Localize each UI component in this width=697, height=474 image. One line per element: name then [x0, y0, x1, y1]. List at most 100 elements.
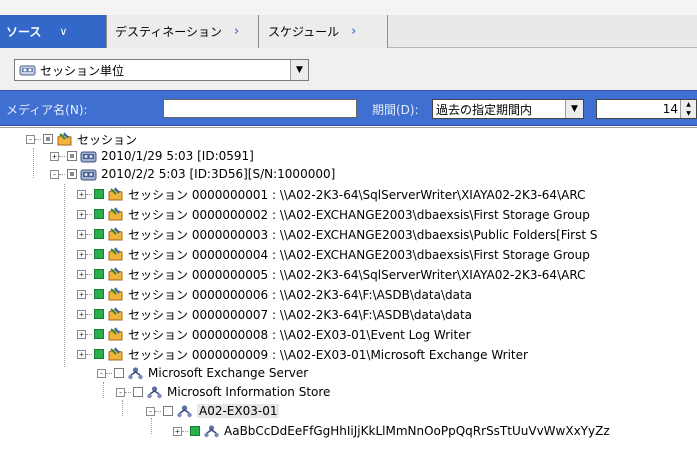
- media-name-input[interactable]: [163, 99, 357, 118]
- expand-icon[interactable]: +: [77, 229, 86, 239]
- collapse-icon[interactable]: -: [146, 406, 155, 416]
- session-folder-icon: [108, 326, 123, 340]
- mailbox-icon: [204, 424, 219, 437]
- tape-session-icon: [19, 65, 36, 76]
- tree-node-server[interactable]: - A02-EX03-01: [146, 402, 280, 420]
- tree-node-label: セッション 0000000008 : \\A02-EX03-01\Event L…: [128, 327, 471, 342]
- tab-schedule-label: スケジュール: [268, 25, 340, 39]
- collapse-icon[interactable]: -: [116, 387, 125, 397]
- tree-node-session-item[interactable]: + セッション 0000000004 : \\A02-EXCHANGE2003\…: [77, 245, 590, 263]
- tree-node-label: セッション 0000000003 : \\A02-EXCHANGE2003\db…: [128, 227, 598, 242]
- tree-node-label: 2010/1/29 5:03 [ID:0591]: [101, 149, 254, 163]
- tab-schedule[interactable]: スケジュール ›: [259, 15, 388, 48]
- checkbox[interactable]: [94, 269, 104, 279]
- tree-node-label: Microsoft Information Store: [167, 385, 331, 399]
- server-node-icon: [177, 404, 192, 417]
- tree-node-information-store[interactable]: - Microsoft Information Store: [116, 383, 330, 401]
- checkbox[interactable]: [94, 349, 104, 359]
- tree-node-session-item[interactable]: + セッション 0000000003 : \\A02-EXCHANGE2003\…: [77, 225, 597, 243]
- tree-node-label: セッション 0000000009 : \\A02-EX03-01\Microso…: [128, 347, 528, 362]
- tree-node-label: セッション 0000000001 : \\A02-2K3-64\SqlServe…: [128, 187, 586, 202]
- tree-node-session-item[interactable]: + セッション 0000000002 : \\A02-EXCHANGE2003\…: [77, 205, 590, 223]
- session-folder-icon: [108, 286, 123, 300]
- tree-node-label: セッション 0000000006 : \\A02-2K3-64\F:\ASDB\…: [128, 287, 473, 302]
- tree-node-date-session[interactable]: + 2010/1/29 5:03 [ID:0591]: [50, 147, 254, 165]
- checkbox[interactable]: [190, 426, 200, 436]
- expand-icon[interactable]: +: [77, 209, 86, 219]
- checkbox[interactable]: [163, 406, 173, 416]
- session-folder-icon: [57, 131, 72, 145]
- period-dropdown[interactable]: 過去の指定期間内 ▼: [432, 99, 584, 119]
- tree-node-date-session[interactable]: - 2010/2/2 5:03 [ID:3D56][S/N:1000000]: [50, 165, 335, 183]
- view-dropdown[interactable]: セッション単位 ▼: [14, 59, 309, 81]
- tab-destination[interactable]: デスティネーション ›: [107, 15, 259, 48]
- expand-icon[interactable]: +: [77, 249, 86, 259]
- tree-node-label: セッション 0000000007 : \\A02-2K3-64\F:\ASDB\…: [128, 307, 473, 322]
- tree-node-session-item[interactable]: + セッション 0000000009 : \\A02-EX03-01\Micro…: [77, 345, 528, 363]
- expand-icon[interactable]: +: [77, 289, 86, 299]
- collapse-icon[interactable]: -: [50, 169, 59, 179]
- checkbox[interactable]: [94, 249, 104, 259]
- tree-node-session-item[interactable]: + セッション 0000000005 : \\A02-2K3-64\SqlSer…: [77, 265, 585, 283]
- session-folder-icon: [108, 266, 123, 280]
- exchange-server-icon: [128, 366, 143, 379]
- period-dropdown-value: 過去の指定期間内: [436, 102, 533, 117]
- checkbox[interactable]: [67, 169, 77, 179]
- checkbox[interactable]: [114, 368, 124, 378]
- session-folder-icon: [108, 186, 123, 200]
- expand-icon[interactable]: +: [173, 426, 182, 436]
- tree-node-label: AaBbCcDdEeFfGgHhIiJjKkLlMmNnOoPpQqRrSsTt…: [224, 424, 610, 438]
- tape-media-icon: [80, 169, 97, 180]
- collapse-icon[interactable]: -: [97, 368, 106, 378]
- expand-icon[interactable]: +: [77, 269, 86, 279]
- chevron-right-icon: ›: [234, 24, 240, 39]
- session-folder-icon: [108, 346, 123, 360]
- checkbox[interactable]: [133, 387, 143, 397]
- checkbox[interactable]: [94, 189, 104, 199]
- tab-bar-top: [0, 0, 697, 15]
- view-row: セッション単位 ▼: [0, 48, 697, 90]
- checkbox[interactable]: [67, 151, 77, 161]
- spinner-icon[interactable]: ▲ ▼: [680, 100, 696, 118]
- tree-node-label: セッション 0000000004 : \\A02-EXCHANGE2003\db…: [128, 247, 590, 262]
- dropdown-arrow-icon[interactable]: ▼: [565, 100, 583, 118]
- tree-node-session-item[interactable]: + セッション 0000000007 : \\A02-2K3-64\F:\ASD…: [77, 305, 472, 323]
- tab-bar: ソース ∨ デスティネーション › スケジュール ›: [0, 0, 697, 48]
- checkbox[interactable]: [94, 229, 104, 239]
- checkbox[interactable]: [94, 309, 104, 319]
- tree-node-session-item[interactable]: + セッション 0000000006 : \\A02-2K3-64\F:\ASD…: [77, 285, 472, 303]
- session-tree[interactable]: - セッション + 2010/1/29 5:03 [ID:0591] - 201…: [0, 127, 697, 474]
- tab-source[interactable]: ソース ∨: [0, 15, 107, 48]
- session-folder-icon: [108, 246, 123, 260]
- session-folder-icon: [108, 206, 123, 220]
- tree-node-label: A02-EX03-01: [197, 404, 280, 418]
- session-folder-icon: [108, 226, 123, 240]
- tab-destination-label: デスティネーション: [115, 25, 223, 39]
- dropdown-arrow-icon[interactable]: ▼: [290, 60, 308, 80]
- checkbox[interactable]: [94, 289, 104, 299]
- tree-node-session-item[interactable]: + セッション 0000000001 : \\A02-2K3-64\SqlSer…: [77, 185, 585, 203]
- checkbox[interactable]: [43, 134, 53, 144]
- expand-icon[interactable]: +: [77, 189, 86, 199]
- days-stepper[interactable]: 14 ▲ ▼: [596, 99, 697, 119]
- view-dropdown-value: セッション単位: [40, 63, 125, 78]
- tab-source-label: ソース: [6, 25, 42, 39]
- expand-icon[interactable]: +: [50, 151, 59, 161]
- expand-icon[interactable]: +: [77, 329, 86, 339]
- tree-node-session-item[interactable]: + セッション 0000000008 : \\A02-EX03-01\Event…: [77, 325, 471, 343]
- tree-node-root[interactable]: - セッション: [26, 130, 137, 148]
- session-folder-icon: [108, 306, 123, 320]
- checkbox[interactable]: [94, 209, 104, 219]
- chevron-down-icon: ∨: [59, 25, 68, 38]
- checkbox[interactable]: [94, 329, 104, 339]
- media-name-label: メディア名(N):: [6, 103, 88, 117]
- tree-node-exchange-server[interactable]: - Microsoft Exchange Server: [97, 364, 308, 382]
- filter-bar: メディア名(N): 期間(D): 過去の指定期間内 ▼ 14 ▲ ▼: [0, 90, 697, 126]
- expand-icon[interactable]: +: [77, 309, 86, 319]
- tree-node-label: セッション 0000000002 : \\A02-EXCHANGE2003\db…: [128, 207, 590, 222]
- collapse-icon[interactable]: -: [26, 134, 35, 144]
- tree-node-mailbox[interactable]: + AaBbCcDdEeFfGgHhIiJjKkLlMmNnOoPpQqRrSs…: [173, 422, 610, 440]
- tree-node-label: Microsoft Exchange Server: [148, 366, 309, 380]
- expand-icon[interactable]: +: [77, 349, 86, 359]
- information-store-icon: [147, 385, 162, 398]
